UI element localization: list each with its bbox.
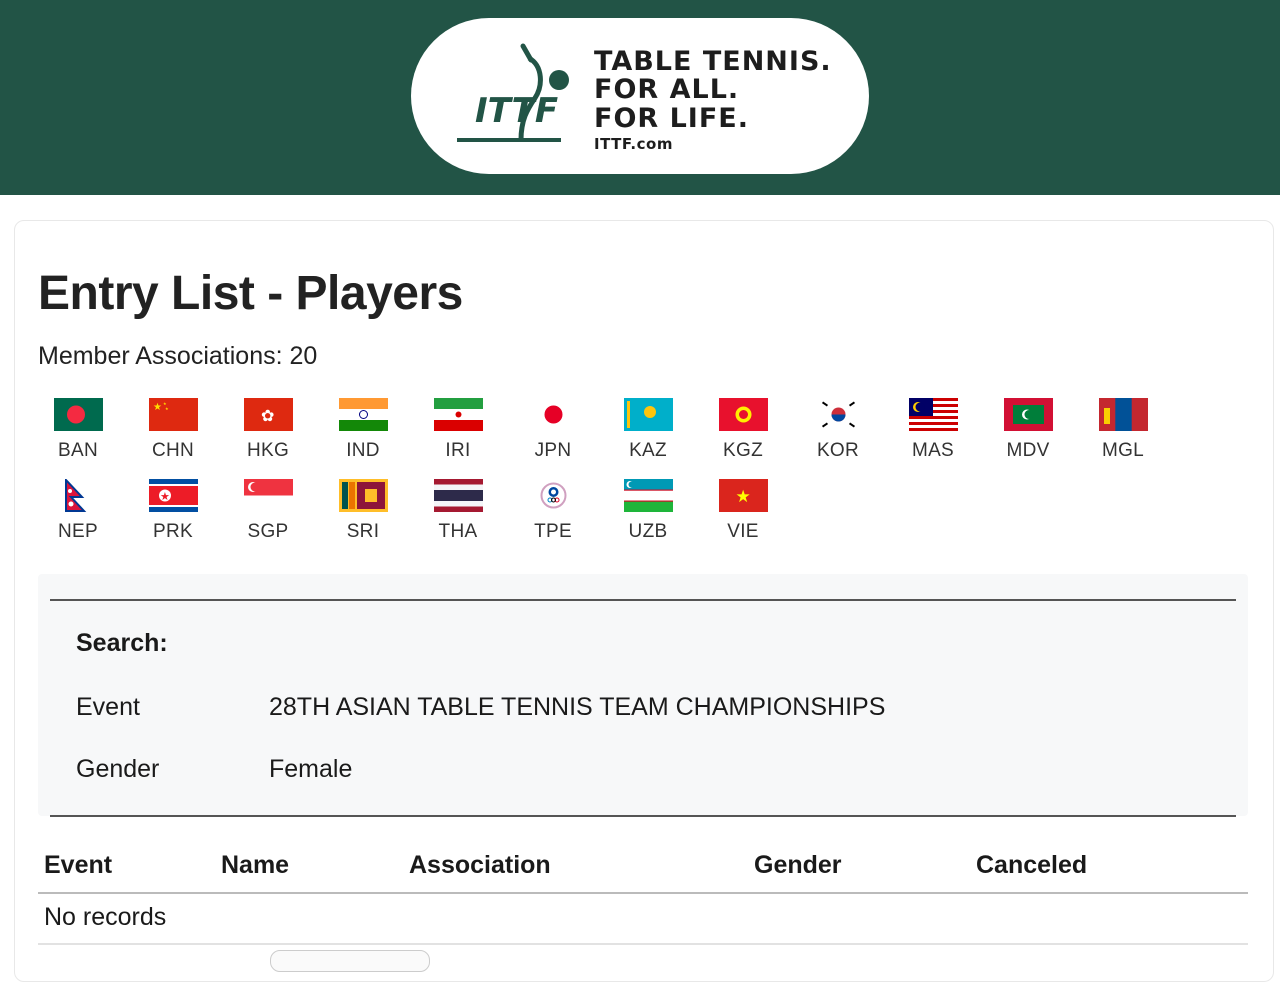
mongolia-flag-icon xyxy=(1098,398,1148,431)
kyrgyzstan-flag-icon xyxy=(718,398,768,431)
flag-code: THA xyxy=(438,521,478,542)
flag-item-tha[interactable]: THA xyxy=(410,479,506,543)
ittf-logo[interactable]: ITTF TABLE TENNIS. FOR ALL. FOR LIFE. IT… xyxy=(411,17,869,174)
svg-text:★: ★ xyxy=(165,406,169,411)
flag-code: NEP xyxy=(58,521,98,542)
flag-code: JPN xyxy=(534,440,572,461)
member-associations-count: Member Associations: 20 xyxy=(38,342,318,370)
flag-code: KGZ xyxy=(723,440,763,461)
dpr-korea-flag-icon: ★ xyxy=(148,479,198,512)
flag-item-iri[interactable]: IRI xyxy=(410,398,506,462)
search-event-value: 28TH ASIAN TABLE TENNIS TEAM CHAMPIONSHI… xyxy=(269,693,886,721)
ittf-paddle-icon: ITTF xyxy=(457,43,569,142)
flag-item-ind[interactable]: IND xyxy=(315,398,411,462)
svg-text:✿: ✿ xyxy=(261,408,274,425)
flag-item-mas[interactable]: MAS xyxy=(885,398,981,462)
search-event-label: Event xyxy=(76,693,140,721)
thailand-flag-icon xyxy=(433,479,483,512)
table-row-divider xyxy=(38,943,1248,945)
search-top-divider xyxy=(50,599,1236,601)
flag-code: SGP xyxy=(247,521,289,542)
svg-text:★: ★ xyxy=(153,402,162,413)
sri-lanka-flag-icon xyxy=(338,479,388,512)
flag-item-prk[interactable]: ★ PRK xyxy=(125,479,221,543)
search-gender-value: Female xyxy=(269,755,353,783)
logo-url: ITTF.com xyxy=(594,135,673,153)
korea-flag-icon xyxy=(813,398,863,431)
flag-item-kaz[interactable]: KAZ xyxy=(600,398,696,462)
flag-code: CHN xyxy=(151,440,195,461)
flag-code: IRI xyxy=(445,440,471,461)
flag-item-ban[interactable]: BAN xyxy=(30,398,126,462)
malaysia-flag-icon xyxy=(908,398,958,431)
svg-text:★: ★ xyxy=(160,491,170,503)
flag-code: BAN xyxy=(58,440,98,461)
kazakhstan-flag-icon xyxy=(623,398,673,431)
flag-code: UZB xyxy=(628,521,668,542)
column-header-name[interactable]: Name xyxy=(221,851,289,880)
flag-code: HKG xyxy=(246,440,290,461)
logo-slogan-line-1: TABLE TENNIS. xyxy=(594,45,832,77)
svg-text:★: ★ xyxy=(735,487,750,506)
flag-item-uzb[interactable]: UZB xyxy=(600,479,696,543)
logo-slogan: TABLE TENNIS. FOR ALL. FOR LIFE. ITTF.co… xyxy=(594,45,832,153)
hong-kong-flag-icon: ✿ xyxy=(243,398,293,431)
flag-item-jpn[interactable]: JPN xyxy=(505,398,601,462)
column-header-event[interactable]: Event xyxy=(44,851,112,880)
bangladesh-flag-icon xyxy=(53,398,103,431)
table-header-divider xyxy=(38,892,1248,894)
flag-item-chn[interactable]: ★ ★ ★ CHN xyxy=(125,398,221,462)
maldives-flag-icon xyxy=(1003,398,1053,431)
flag-code: PRK xyxy=(153,521,193,542)
flag-code: KAZ xyxy=(629,440,667,461)
header-banner: ITTF TABLE TENNIS. FOR ALL. FOR LIFE. IT… xyxy=(0,0,1280,195)
flag-item-sri[interactable]: SRI xyxy=(315,479,411,543)
flag-item-vie[interactable]: ★ VIE xyxy=(695,479,791,543)
flag-item-mdv[interactable]: MDV xyxy=(980,398,1076,462)
search-gender-label: Gender xyxy=(76,755,160,783)
uzbekistan-flag-icon xyxy=(623,479,673,512)
china-flag-icon: ★ ★★ xyxy=(148,398,198,431)
column-header-association[interactable]: Association xyxy=(409,851,551,880)
flag-code: MGL xyxy=(1101,440,1145,461)
pagination-control[interactable] xyxy=(270,950,430,972)
svg-text:ITTF: ITTF xyxy=(475,91,558,131)
page-title: Entry List - Players xyxy=(38,267,463,320)
flag-code: IND xyxy=(346,440,380,461)
flag-code: KOR xyxy=(816,440,860,461)
flag-item-kgz[interactable]: KGZ xyxy=(695,398,791,462)
flag-item-mgl[interactable]: MGL xyxy=(1075,398,1171,462)
empty-table-message: No records xyxy=(44,903,167,931)
japan-flag-icon xyxy=(528,398,578,431)
chinese-taipei-flag-icon xyxy=(528,479,578,512)
flag-code: MAS xyxy=(911,440,955,461)
search-heading: Search: xyxy=(76,629,168,657)
column-header-gender[interactable]: Gender xyxy=(754,851,842,880)
india-flag-icon xyxy=(338,398,388,431)
flag-item-sgp[interactable]: SGP xyxy=(220,479,316,543)
flag-code: SRI xyxy=(346,521,380,542)
logo-slogan-line-3: FOR LIFE. xyxy=(594,102,749,134)
iran-flag-icon xyxy=(433,398,483,431)
flag-item-hkg[interactable]: ✿ HKG xyxy=(220,398,316,462)
flag-code: TPE xyxy=(534,521,572,542)
column-header-canceled[interactable]: Canceled xyxy=(976,851,1087,880)
flag-item-tpe[interactable]: TPE xyxy=(505,479,601,543)
logo-slogan-line-2: FOR ALL. xyxy=(594,74,740,105)
flag-code: MDV xyxy=(1006,440,1050,461)
search-bottom-divider xyxy=(50,815,1236,817)
vietnam-flag-icon: ★ xyxy=(718,479,768,512)
flag-code: VIE xyxy=(727,521,759,542)
flag-item-kor[interactable]: KOR xyxy=(790,398,886,462)
flag-item-nep[interactable]: NEP xyxy=(30,479,126,543)
singapore-flag-icon xyxy=(243,479,293,512)
nepal-flag-icon xyxy=(64,479,86,512)
